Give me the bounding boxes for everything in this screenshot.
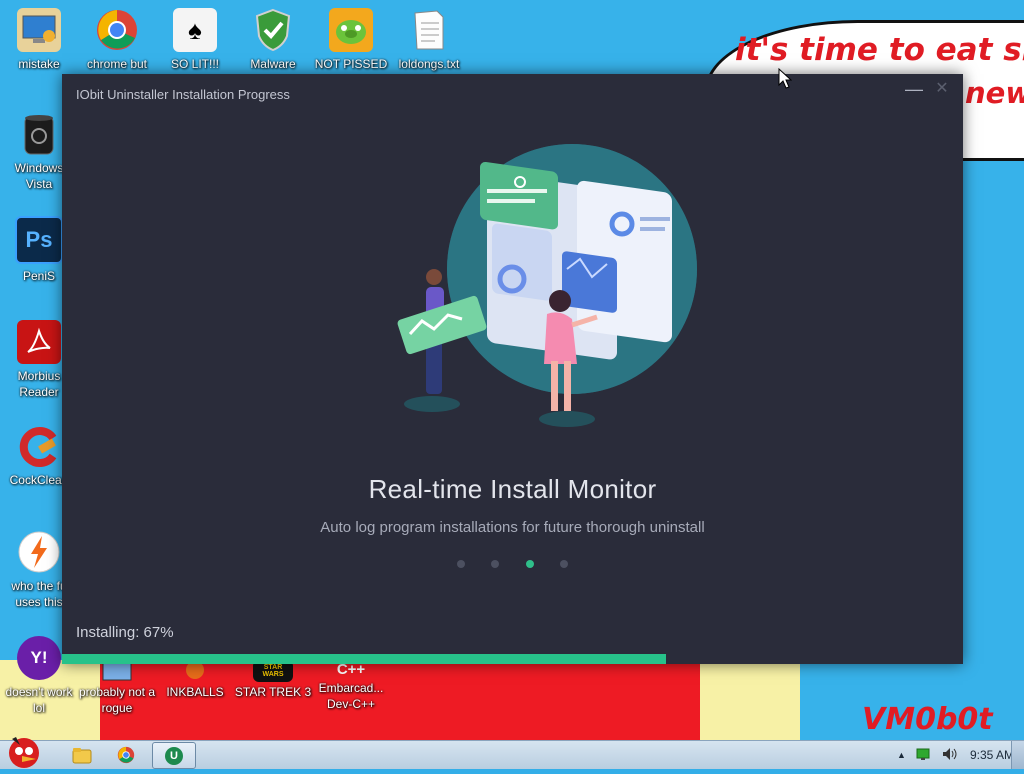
network-icon[interactable] [916,747,932,764]
text-file-icon [407,8,451,52]
taskbar-iobit-uninstaller-button[interactable]: U [152,742,196,769]
volume-icon[interactable] [942,747,960,764]
shield-check-icon [251,8,295,52]
recycle-bin-icon [17,112,61,156]
computer-icon [17,8,61,52]
wallpaper-speech-text: it's time to eat shit [735,32,1024,68]
angry-bird-start-icon [9,737,39,768]
desktop-icon-loldongs-txt[interactable]: loldongs.txt [390,8,468,72]
ccleaner-icon [17,424,61,468]
desktop-icon-not-pissed[interactable]: NOT PISSED [312,8,390,72]
desktop-icon-so-lit[interactable]: ♠ SO LIT!!! [156,8,234,72]
carousel-dots [457,560,568,570]
minimize-button[interactable]: — [905,80,923,98]
taskbar-explorer-button[interactable] [70,744,94,766]
desktop-icon-dev-cpp[interactable]: C++ Embarcad... Dev-C++ [312,660,390,712]
yahoo-smiley-icon: Y! [17,636,61,680]
desktop-icon-malware[interactable]: Malware [234,8,312,72]
carousel-dot-1[interactable] [457,560,465,568]
taskbar: U ▲ 9:35 AM [0,737,1024,769]
taskbar-clock[interactable]: 9:35 AM [970,748,1014,762]
carousel-dot-4[interactable] [559,560,568,568]
close-button[interactable]: ✕ [933,80,951,98]
iobit-uninstaller-icon: U [165,746,183,765]
mouse-cursor-icon [778,68,792,89]
install-status-text: Installing: 67% [76,624,174,641]
chrome-icon [95,8,139,52]
desktop-icon-inkballs[interactable]: INKBALLS [156,660,234,700]
desktop-icon-mistake[interactable]: mistake [0,8,78,72]
start-button[interactable] [2,733,46,769]
carousel-dot-2[interactable] [491,560,500,568]
chrome-icon [117,746,135,764]
wallpaper-speech-text-2: new [965,76,1024,110]
install-progress-bar [62,654,963,664]
angry-pig-icon [329,8,373,52]
system-tray: ▲ 9:35 AM [897,741,1024,769]
show-hidden-icons-button[interactable]: ▲ [897,750,906,760]
desktop-icon-chrome-but[interactable]: chrome but [78,8,156,72]
desktop-icon-star-trek-3[interactable]: STAR WARS STAR TREK 3 [234,660,312,700]
photoshop-icon: Ps [15,216,63,264]
acrobat-icon [17,320,61,364]
install-monitor-illustration [397,144,697,427]
wallpaper-shape [700,660,800,740]
wallpaper-signature: VM0b0t [862,702,993,737]
desktop-icon-probably-not-a-rogue[interactable]: probably not a rogue [78,660,156,716]
show-desktop-button[interactable] [1011,741,1024,769]
explorer-icon [72,748,92,764]
lightning-icon [17,530,61,574]
install-progress-fill [62,654,666,664]
installer-window[interactable]: IObit Uninstaller Installation Progress … [62,74,963,664]
window-title: IObit Uninstaller Installation Progress [76,87,290,102]
slide-subheading: Auto log program installations for futur… [320,519,705,536]
slide-heading: Real-time Install Monitor [368,474,657,504]
solitaire-icon: ♠ [173,8,217,52]
taskbar-chrome-button[interactable] [114,744,138,766]
carousel-dot-3[interactable] [525,560,534,568]
